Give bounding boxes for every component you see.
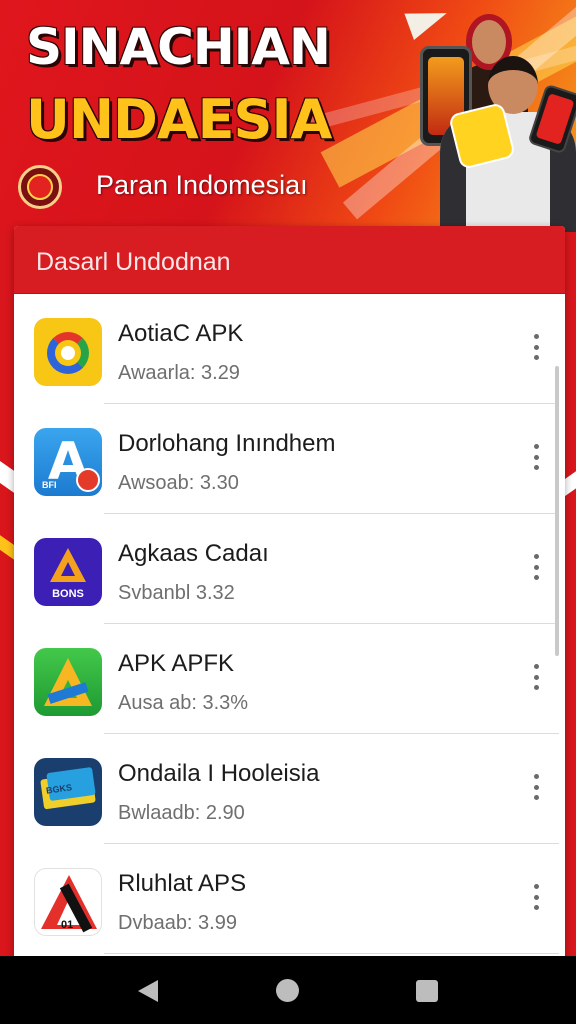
- app-name: Agkaas Cadaı: [118, 540, 269, 567]
- app-icon-blue-a[interactable]: A BFI: [34, 428, 102, 496]
- more-options-icon[interactable]: [524, 882, 548, 912]
- banner-title-line-1: SINACHIAN: [26, 18, 331, 76]
- app-name: AotiaC APK: [118, 320, 244, 347]
- app-name: Rluhlat APS: [118, 870, 247, 897]
- more-options-icon[interactable]: [524, 662, 548, 692]
- app-subtitle: Svbanbl 3.32: [118, 582, 235, 604]
- app-subtitle: Awsoab: 3.30: [118, 472, 239, 494]
- app-icon-purple-triangle[interactable]: BONS: [34, 538, 102, 606]
- panel-header: Dasarl Undodnan: [14, 226, 565, 294]
- emblem-logo-icon: [18, 165, 62, 209]
- banner-title-line-2: UNDAESIA: [26, 88, 332, 151]
- app-list-item[interactable]: A BFI Dorlohang Inındhem Awsoab: 3.30: [14, 404, 565, 514]
- app-subtitle: Dvbaab: 3.99: [118, 912, 237, 934]
- app-icon-yellow-ring[interactable]: [34, 318, 102, 386]
- app-list-item[interactable]: APK APFK Ausa ab: 3.3%: [14, 624, 565, 734]
- more-options-icon[interactable]: [524, 772, 548, 802]
- app-list-item[interactable]: 01 Rluhlat APS Dvbaab: 3.99: [14, 844, 565, 954]
- home-icon[interactable]: [276, 979, 299, 1002]
- more-options-icon[interactable]: [524, 332, 548, 362]
- banner-subtitle: Paran Indomesiaı: [96, 170, 308, 200]
- banner-people-illustration: [400, 0, 576, 232]
- app-name: Ondaila I Hooleisia: [118, 760, 320, 787]
- more-options-icon[interactable]: [524, 552, 548, 582]
- app-icon-label: 01: [61, 919, 74, 931]
- back-icon[interactable]: [138, 980, 158, 1002]
- app-subtitle: Ausa ab: 3.3%: [118, 692, 249, 714]
- app-subtitle: Bwlaadb: 2.90: [118, 802, 245, 824]
- app-list-item[interactable]: BONS Agkaas Cadaı Svbanbl 3.32: [14, 514, 565, 624]
- app-icon-cards[interactable]: BGKS: [34, 758, 102, 826]
- app-list-panel: Dasarl Undodnan AotiaC APK Awaarla: 3.29…: [14, 226, 565, 960]
- app-icon-green-triangle[interactable]: [34, 648, 102, 716]
- app-subtitle: Awaarla: 3.29: [118, 362, 240, 384]
- app-name: Dorlohang Inındhem: [118, 430, 336, 457]
- app-icon-red-a[interactable]: 01: [34, 868, 102, 936]
- promo-banner[interactable]: SINACHIAN UNDAESIA Paran Indomesiaı: [0, 0, 576, 232]
- recents-icon[interactable]: [416, 980, 438, 1002]
- app-name: APK APFK: [118, 650, 235, 677]
- app-icon-label: BONS: [52, 588, 84, 600]
- system-navigation-bar: [0, 956, 576, 1024]
- paper-plane-icon: [404, 0, 452, 40]
- scrollbar[interactable]: [555, 366, 559, 656]
- app-list-item[interactable]: BGKS Ondaila I Hooleisia Bwlaadb: 2.90: [14, 734, 565, 844]
- app-icon-label: BFI: [42, 480, 57, 490]
- app-list-item[interactable]: AotiaC APK Awaarla: 3.29: [14, 294, 565, 404]
- app-list: AotiaC APK Awaarla: 3.29 A BFI Dorlohang …: [14, 294, 565, 954]
- more-options-icon[interactable]: [524, 442, 548, 472]
